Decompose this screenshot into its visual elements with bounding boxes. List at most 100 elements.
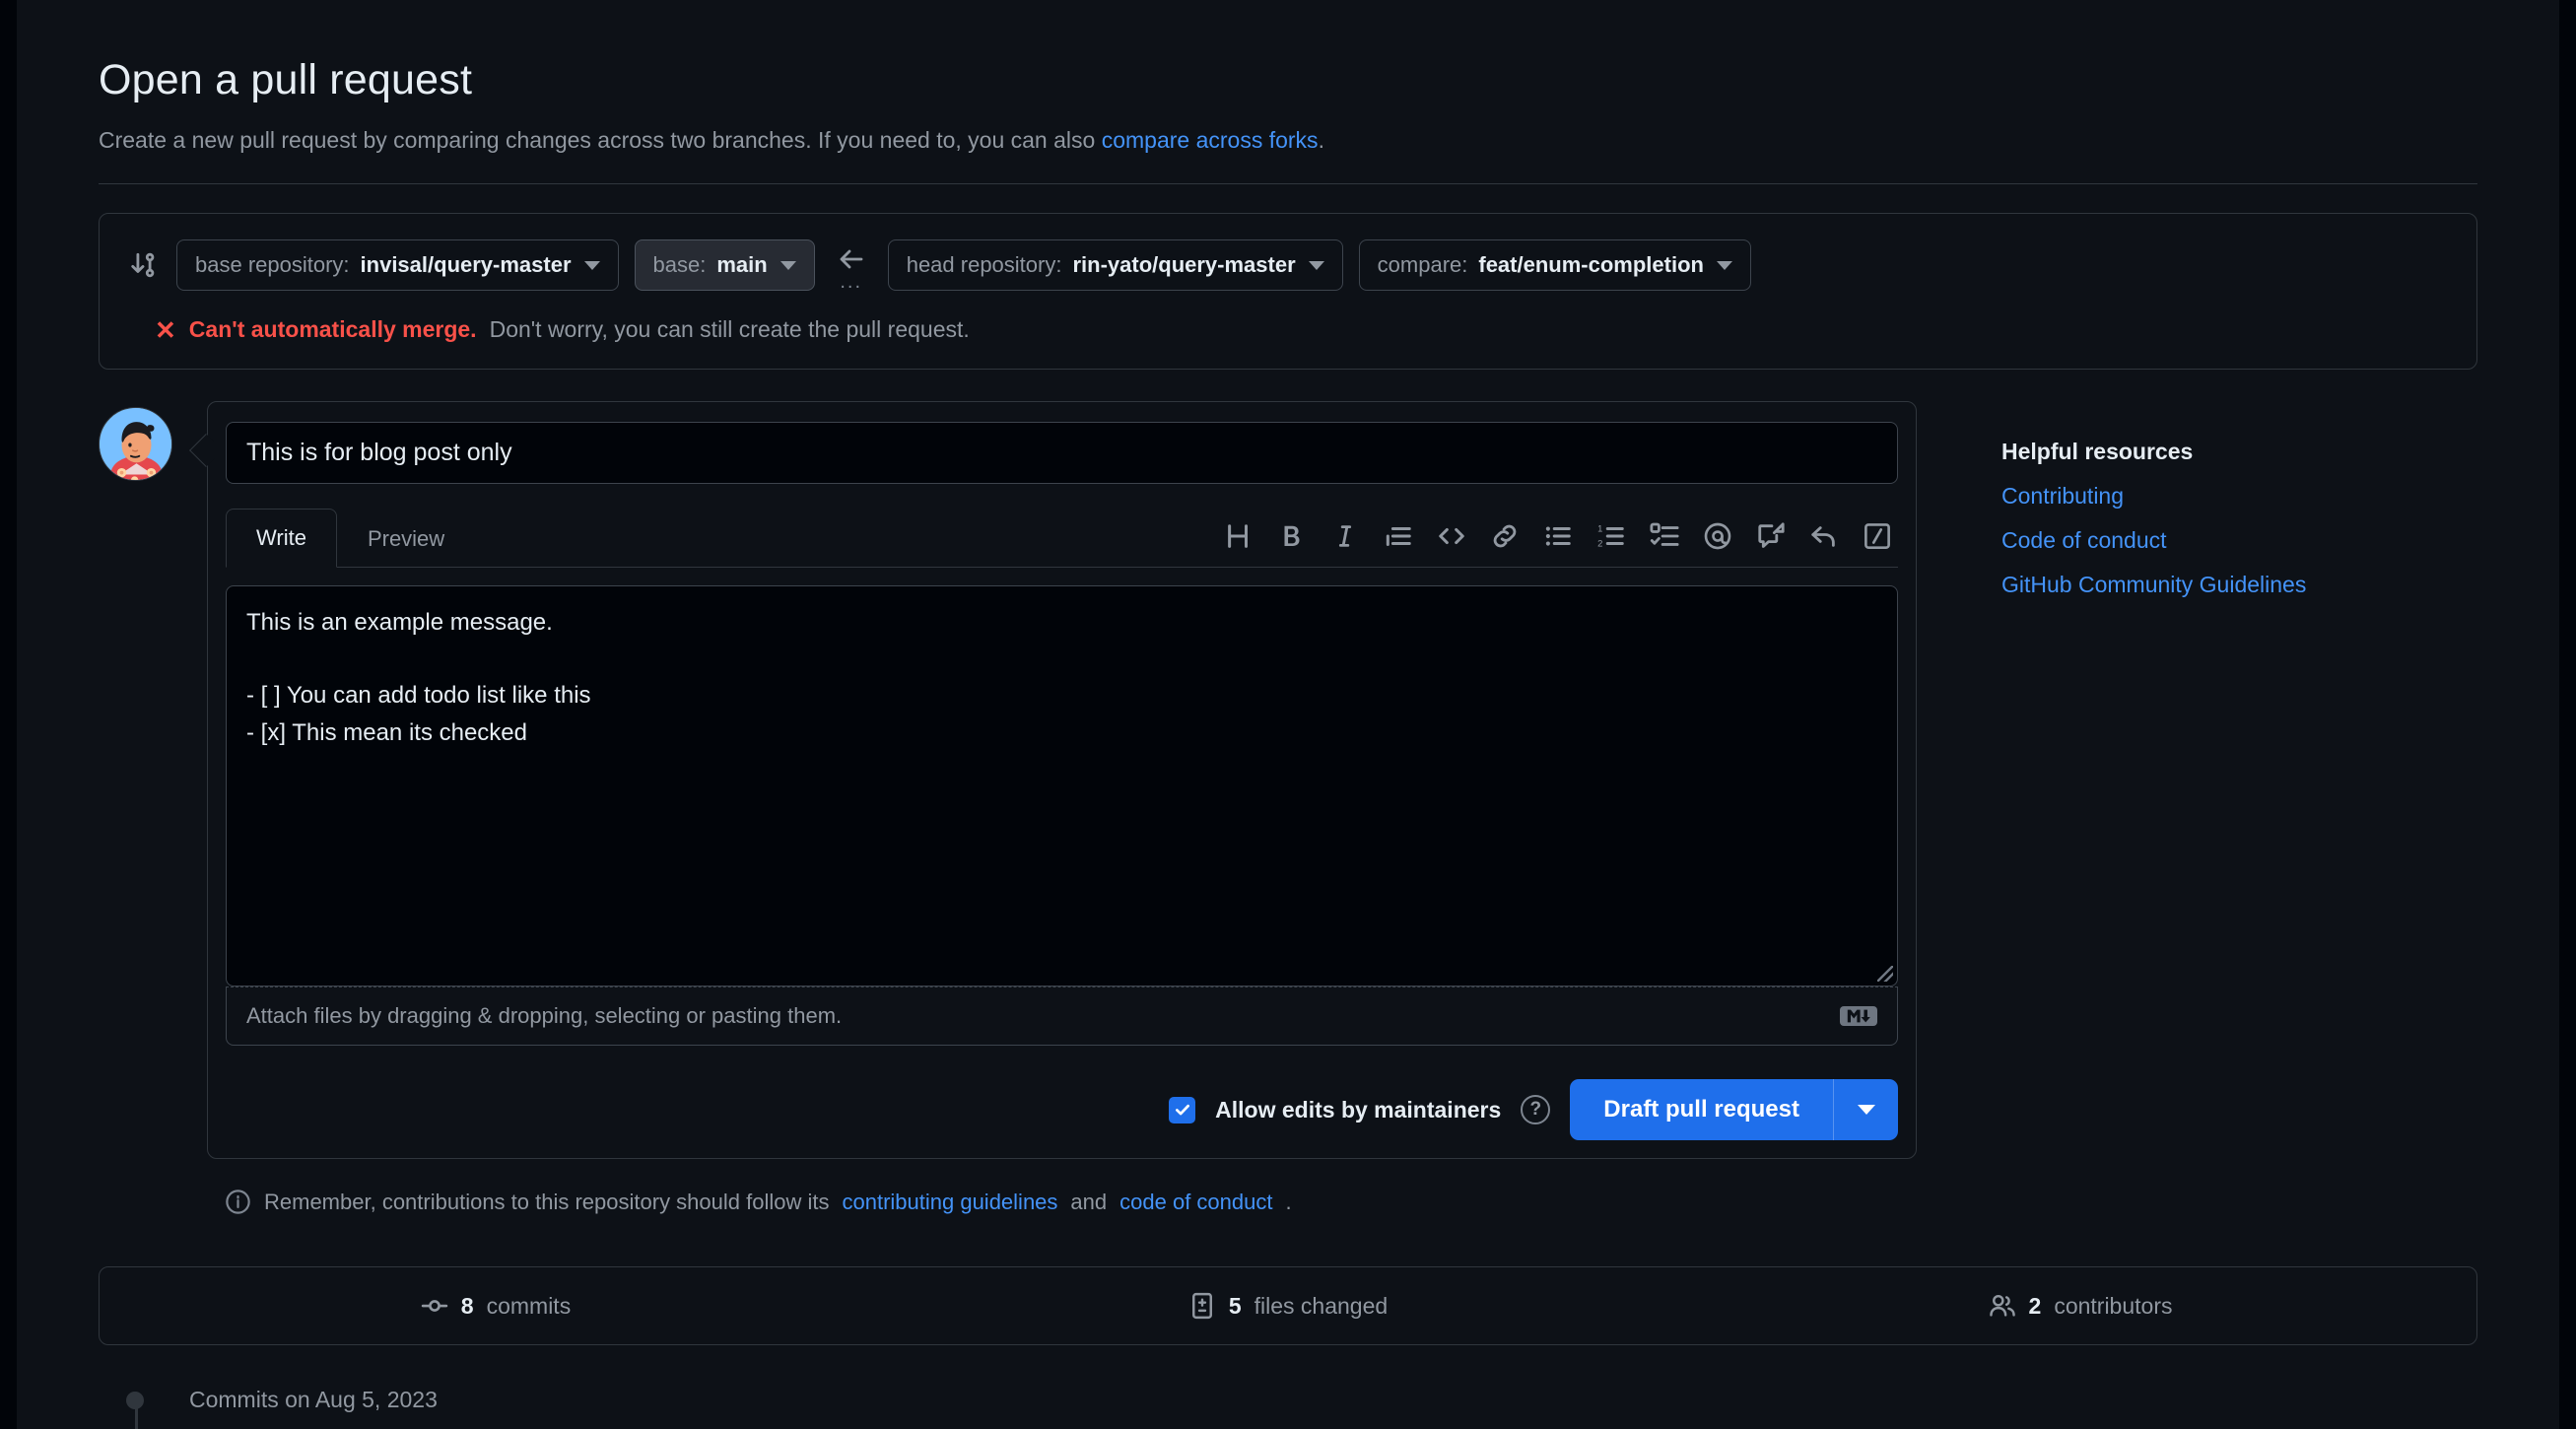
reply-icon[interactable]: [1803, 515, 1845, 557]
task-list-icon[interactable]: [1644, 515, 1685, 557]
commit-timeline-line: [135, 1398, 138, 1429]
attach-files-label: Attach files by dragging & dropping, sel…: [246, 1003, 843, 1028]
stat-commits[interactable]: 8 commits: [100, 1292, 892, 1320]
git-compare-icon: [127, 248, 161, 282]
chevron-down-icon: [1308, 260, 1324, 270]
pr-body-textarea[interactable]: This is an example message. - [ ] You ca…: [227, 586, 1897, 981]
tab-write[interactable]: Write: [226, 509, 337, 568]
svg-text:1: 1: [1597, 524, 1602, 534]
base-branch-select[interactable]: base: main: [634, 239, 815, 291]
markdown-toolbar: 12: [1218, 515, 1898, 567]
contribution-note: Remember, contributions to this reposito…: [225, 1189, 1917, 1215]
contribution-note-mid: and: [1070, 1189, 1108, 1214]
helpful-resources-title: Helpful resources: [2001, 439, 2194, 464]
draft-pull-request-button[interactable]: Draft pull request: [1570, 1079, 1898, 1140]
compare-branch-value: feat/enum-completion: [1478, 252, 1704, 277]
chevron-down-icon: [1857, 1105, 1875, 1115]
draft-pull-request-dropdown[interactable]: [1833, 1079, 1898, 1140]
heading-icon[interactable]: [1218, 515, 1259, 557]
draft-pull-request-label: Draft pull request: [1570, 1079, 1833, 1140]
merge-status-strong: Can't automatically merge.: [188, 316, 477, 342]
commit-icon: [421, 1292, 448, 1320]
bold-icon[interactable]: [1271, 515, 1313, 557]
mention-icon[interactable]: [1697, 515, 1738, 557]
compare-branch-select[interactable]: compare: feat/enum-completion: [1358, 239, 1751, 291]
stat-files-label: files changed: [1254, 1292, 1389, 1319]
resource-link-community-guidelines[interactable]: GitHub Community Guidelines: [2001, 572, 2469, 598]
unordered-list-icon[interactable]: [1537, 515, 1579, 557]
branch-selector-row: base repository: invisal/query-master ba…: [127, 239, 2449, 293]
chevron-down-icon: [780, 260, 796, 270]
pr-body-box: This is an example message. - [ ] You ca…: [226, 585, 1898, 987]
compare-across-forks-link[interactable]: compare across forks: [1102, 127, 1319, 153]
link-icon[interactable]: [1484, 515, 1525, 557]
head-repository-prefix: head repository:: [906, 252, 1062, 277]
base-repository-value: invisal/query-master: [360, 252, 572, 277]
composer-panel: Write Preview: [207, 401, 1917, 1159]
merge-status-rest: Don't worry, you can still create the pu…: [489, 316, 970, 342]
subtitle-text-pre: Create a new pull request by comparing c…: [99, 127, 1102, 153]
stat-commits-label: commits: [486, 1292, 572, 1319]
quote-icon[interactable]: [1378, 515, 1419, 557]
page-subtitle: Create a new pull request by comparing c…: [99, 127, 2477, 154]
allow-edits-label: Allow edits by maintainers: [1215, 1096, 1502, 1123]
stat-commits-count: 8: [460, 1292, 474, 1319]
page-content: Open a pull request Create a new pull re…: [99, 0, 2477, 1413]
attach-files-bar[interactable]: Attach files by dragging & dropping, sel…: [226, 987, 1898, 1046]
pull-request-page: Open a pull request Create a new pull re…: [0, 0, 2576, 1429]
markdown-icon[interactable]: [1840, 1006, 1877, 1026]
x-icon: ✕: [155, 314, 176, 345]
people-icon: [1989, 1292, 2016, 1320]
header-divider: [99, 183, 2477, 184]
page-right-margin: [2559, 0, 2576, 1429]
stat-contributors-label: contributors: [2054, 1292, 2173, 1319]
head-repository-value: rin-yato/query-master: [1072, 252, 1296, 277]
ordered-list-icon[interactable]: 12: [1591, 515, 1632, 557]
base-repository-select[interactable]: base repository: invisal/query-master: [176, 239, 619, 291]
avatar: [99, 407, 172, 481]
contribution-note-post: .: [1285, 1189, 1292, 1214]
commits-date-label: Commits on Aug 5, 2023: [189, 1387, 438, 1412]
stat-files-count: 5: [1228, 1292, 1242, 1319]
contributing-guidelines-link[interactable]: contributing guidelines: [842, 1190, 1057, 1215]
pr-title-input[interactable]: [226, 422, 1898, 484]
composer-actions: Allow edits by maintainers ? Draft pull …: [226, 1079, 1898, 1140]
saved-reply-icon[interactable]: [1750, 515, 1792, 557]
pr-stats-bar: 8 commits 5 files changed 2 contributors: [99, 1266, 2477, 1345]
chevron-down-icon: [1716, 260, 1732, 270]
base-branch-value: main: [716, 252, 768, 277]
main-columns: Write Preview: [99, 401, 2477, 1215]
stat-contributors[interactable]: 2 contributors: [1684, 1292, 2476, 1320]
textarea-resize-handle[interactable]: [1877, 966, 1893, 982]
allow-edits-checkbox[interactable]: [1169, 1096, 1196, 1123]
tab-preview[interactable]: Preview: [337, 510, 475, 568]
page-left-margin: [0, 0, 17, 1429]
stat-contributors-count: 2: [2028, 1292, 2042, 1319]
info-icon: [225, 1189, 251, 1215]
question-icon[interactable]: ?: [1521, 1095, 1551, 1124]
base-branch-prefix: base:: [652, 252, 707, 277]
contribution-note-pre: Remember, contributions to this reposito…: [264, 1189, 830, 1214]
resource-link-contributing[interactable]: Contributing: [2001, 483, 2469, 510]
compare-branch-prefix: compare:: [1377, 252, 1468, 277]
code-of-conduct-link[interactable]: code of conduct: [1119, 1190, 1272, 1215]
merge-status-message: ✕ Can't automatically merge. Don't worry…: [155, 316, 2449, 343]
merge-direction-dots: ...: [840, 271, 863, 293]
diff-file-icon: [1188, 1292, 1216, 1320]
svg-text:2: 2: [1597, 539, 1602, 549]
chevron-down-icon: [583, 260, 600, 270]
composer-tabs: Write Preview 1 2: [226, 508, 1898, 568]
head-repository-select[interactable]: head repository: rin-yato/query-master: [887, 239, 1343, 291]
code-icon[interactable]: [1431, 515, 1472, 557]
stat-files-changed[interactable]: 5 files changed: [892, 1292, 1684, 1320]
composer-wrapper: Write Preview: [189, 401, 1917, 1159]
resource-link-code-of-conduct[interactable]: Code of conduct: [2001, 527, 2469, 554]
helpful-resources-panel: Helpful resources Contributing Code of c…: [1917, 401, 2469, 1215]
branch-selector-panel: base repository: invisal/query-master ba…: [99, 213, 2477, 370]
merge-direction-indicator: ...: [831, 243, 872, 293]
page-title: Open a pull request: [99, 56, 473, 103]
commits-section-heading: Commits on Aug 5, 2023: [126, 1387, 2477, 1413]
base-repository-prefix: base repository:: [195, 252, 350, 277]
italic-icon[interactable]: [1324, 515, 1366, 557]
slash-command-icon[interactable]: [1857, 515, 1898, 557]
